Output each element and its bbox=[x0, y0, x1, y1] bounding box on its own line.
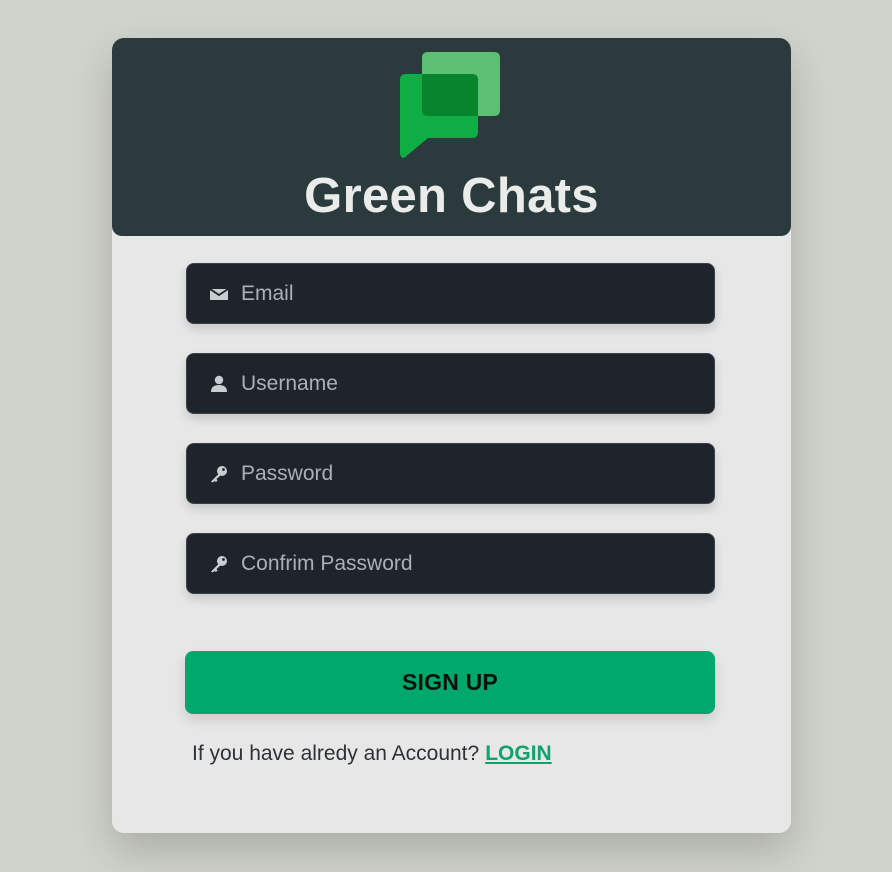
signup-card: Green Chats SIGN UP If you h bbox=[112, 38, 791, 833]
password-field[interactable] bbox=[186, 443, 715, 504]
card-header: Green Chats bbox=[112, 38, 791, 236]
username-input[interactable] bbox=[241, 354, 701, 413]
key-icon bbox=[211, 466, 227, 483]
key-icon bbox=[211, 556, 227, 573]
confirm-password-field[interactable] bbox=[186, 533, 715, 594]
user-icon bbox=[211, 375, 227, 392]
chat-bubbles-icon bbox=[400, 52, 500, 158]
login-link[interactable]: LOGIN bbox=[485, 742, 552, 765]
username-field[interactable] bbox=[186, 353, 715, 414]
login-prompt-text: If you have alredy an Account? bbox=[192, 742, 480, 765]
envelope-icon bbox=[209, 288, 229, 300]
sign-up-button[interactable]: SIGN UP bbox=[185, 651, 715, 714]
login-prompt: If you have alredy an Account? LOGIN bbox=[192, 742, 552, 766]
confirm-password-input[interactable] bbox=[241, 534, 701, 593]
email-input[interactable] bbox=[241, 264, 701, 323]
app-title: Green Chats bbox=[304, 169, 599, 223]
email-field[interactable] bbox=[186, 263, 715, 324]
password-input[interactable] bbox=[241, 444, 701, 503]
